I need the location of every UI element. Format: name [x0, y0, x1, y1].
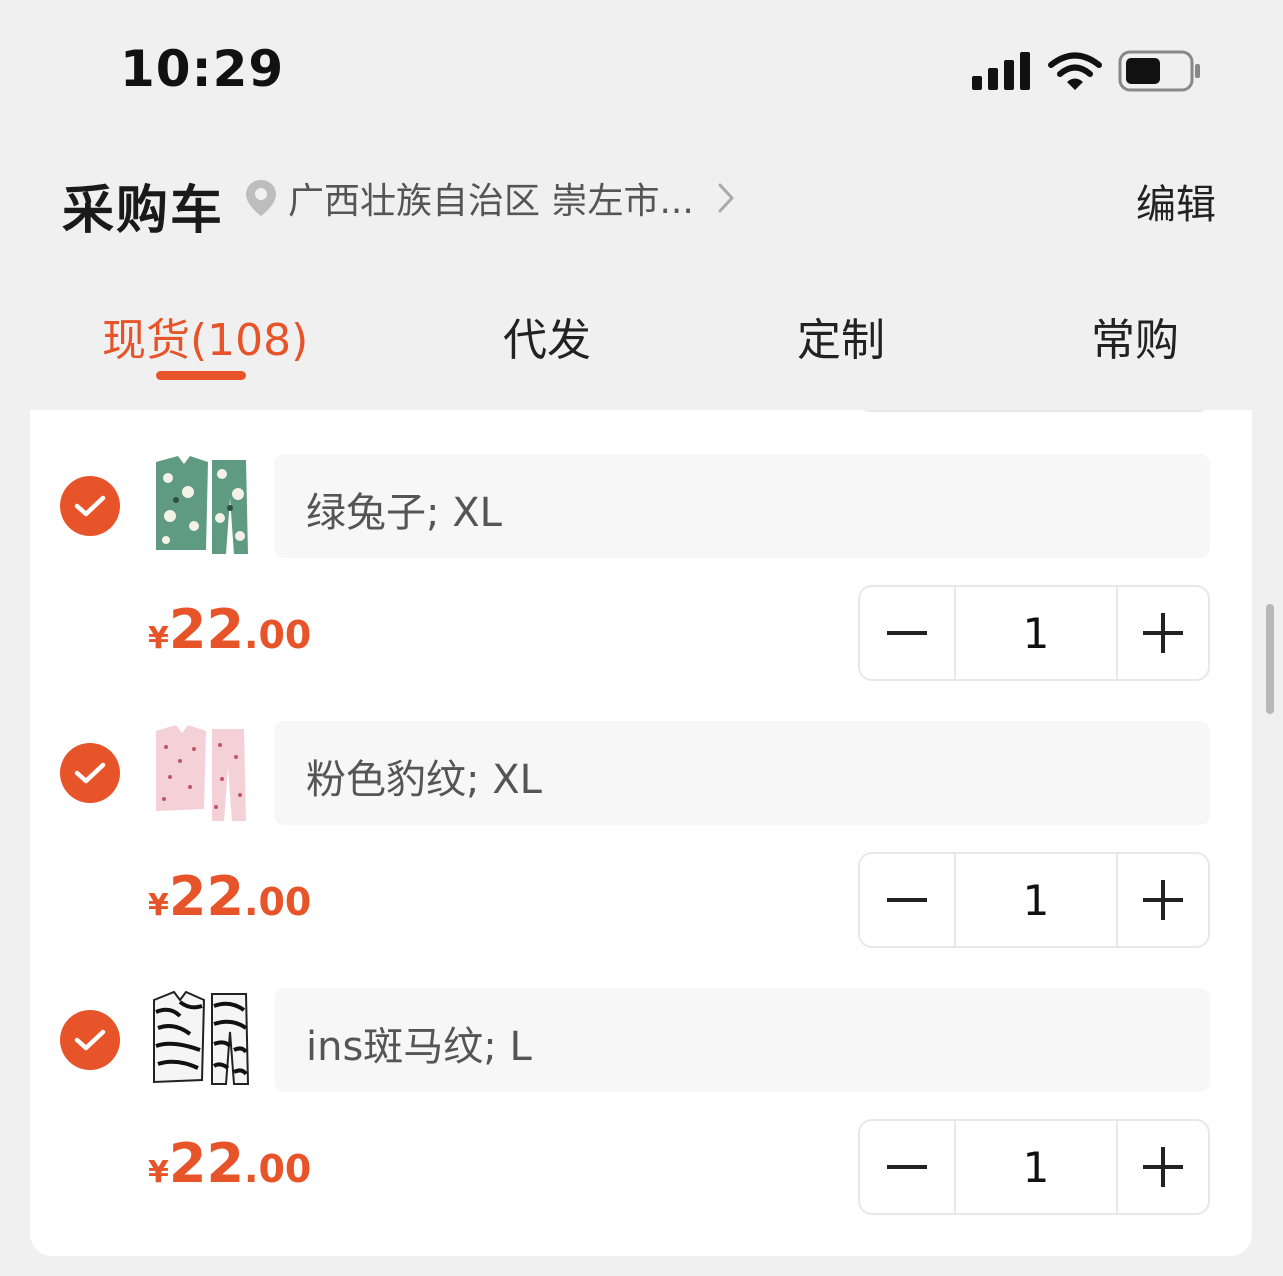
price-decimal: .00: [244, 880, 312, 924]
decrease-button[interactable]: [860, 587, 954, 679]
decrease-button[interactable]: [860, 854, 954, 946]
minus-icon: [887, 631, 927, 635]
chevron-right-icon: [718, 183, 734, 213]
cart-item: 粉色豹纹; XL ¥22.00 1: [30, 721, 1252, 988]
location-selector[interactable]: 广西壮族自治区 崇左市...: [244, 176, 736, 222]
cellular-signal-icon: [972, 52, 1030, 90]
plus-icon: [1143, 880, 1183, 920]
spec-selector[interactable]: 绿兔子; XL: [274, 454, 1210, 558]
battery-icon: [1118, 50, 1200, 92]
decrease-button[interactable]: [860, 1121, 954, 1213]
increase-button[interactable]: [1118, 854, 1208, 946]
checkmark-icon: [74, 495, 106, 517]
product-thumbnail[interactable]: [150, 721, 252, 825]
cart-item: ins斑马纹; L ¥22.00 1: [30, 988, 1252, 1255]
tab-custom[interactable]: 定制: [797, 304, 885, 368]
location-text: 广西壮族自治区 崇左市...: [288, 181, 694, 222]
plus-icon: [1143, 1147, 1183, 1187]
spec-selector[interactable]: 粉色豹纹; XL: [274, 721, 1210, 825]
item-price: ¥22.00: [148, 865, 311, 928]
quantity-stepper: 1: [858, 585, 1210, 681]
price-currency: ¥: [148, 1155, 169, 1190]
spec-text: 粉色豹纹; XL: [306, 757, 542, 803]
cart-item: 绿兔子; XL ¥22.00 1: [30, 454, 1252, 721]
tab-in-stock[interactable]: 现货(108): [102, 304, 308, 368]
scrollbar[interactable]: [1266, 604, 1274, 714]
increase-button[interactable]: [1118, 1121, 1208, 1213]
item-price: ¥22.00: [148, 1132, 311, 1195]
header: 采购车 广西壮族自治区 崇左市... 编辑: [0, 150, 1283, 250]
tab-bar: 现货(108) 代发 定制 常购: [0, 290, 1283, 400]
minus-icon: [887, 898, 927, 902]
product-thumbnail[interactable]: [150, 988, 252, 1092]
quantity-stepper: 1: [858, 1119, 1210, 1215]
price-decimal: .00: [244, 1147, 312, 1191]
price-decimal: .00: [244, 613, 312, 657]
price-currency: ¥: [148, 621, 169, 656]
quantity-input[interactable]: 1: [954, 1121, 1118, 1213]
price-currency: ¥: [148, 888, 169, 923]
cart-page: 10:29 采购车 广西壮族自治区 崇左市... 编辑 现货(108) 代发 定…: [0, 0, 1283, 1276]
increase-button[interactable]: [1118, 587, 1208, 679]
item-checkbox[interactable]: [60, 743, 120, 803]
active-tab-indicator: [156, 371, 246, 380]
item-checkbox[interactable]: [60, 1010, 120, 1070]
spec-text: 绿兔子; XL: [306, 490, 502, 536]
item-price: ¥22.00: [148, 598, 311, 661]
tab-dropship[interactable]: 代发: [503, 304, 591, 368]
minus-icon: [887, 1165, 927, 1169]
price-integer: 22: [168, 865, 245, 928]
quantity-input[interactable]: 1: [954, 587, 1118, 679]
wifi-icon: [1048, 52, 1102, 90]
product-thumbnail[interactable]: [150, 454, 252, 558]
quantity-stepper[interactable]: [858, 410, 1210, 412]
price-integer: 22: [168, 1132, 245, 1195]
page-title: 采购车: [62, 181, 225, 241]
status-bar: 10:29: [0, 0, 1283, 140]
location-pin-icon: [246, 180, 276, 216]
spec-selector[interactable]: ins斑马纹; L: [274, 988, 1210, 1092]
edit-button[interactable]: 编辑: [1136, 172, 1216, 230]
price-integer: 22: [168, 598, 245, 661]
tab-frequent[interactable]: 常购: [1091, 304, 1179, 368]
quantity-input[interactable]: 1: [954, 854, 1118, 946]
status-time: 10:29: [120, 40, 285, 98]
spec-text: ins斑马纹; L: [306, 1024, 532, 1070]
checkmark-icon: [74, 762, 106, 784]
cart-card: 绿兔子; XL ¥22.00 1 粉色豹纹; XL ¥22.00 1 ins斑马…: [30, 410, 1252, 1256]
item-checkbox[interactable]: [60, 476, 120, 536]
checkmark-icon: [74, 1029, 106, 1051]
plus-icon: [1143, 613, 1183, 653]
quantity-stepper: 1: [858, 852, 1210, 948]
